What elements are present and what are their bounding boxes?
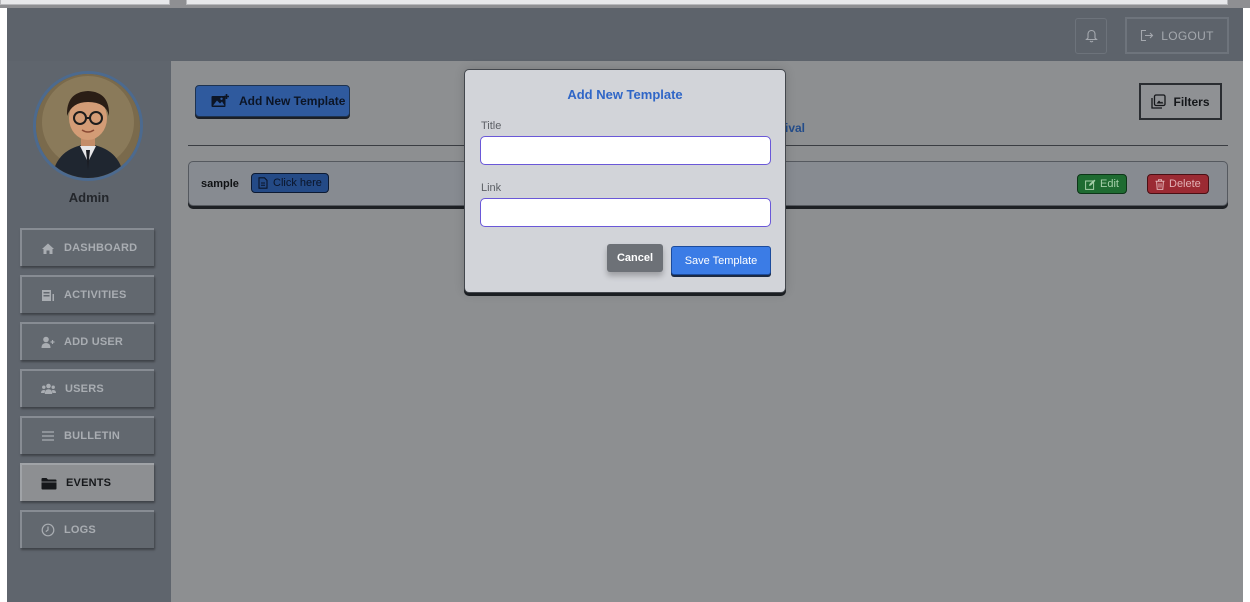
folder-icon — [41, 477, 57, 489]
edit-label: Edit — [1100, 178, 1119, 190]
link-field-label: Link — [481, 182, 502, 194]
browser-tab[interactable] — [0, 0, 170, 5]
trash-icon — [1155, 178, 1165, 190]
bell-icon — [1084, 29, 1098, 43]
edit-button[interactable]: Edit — [1077, 174, 1127, 194]
sidebar-item-label: BULLETIN — [64, 430, 120, 442]
add-new-template-label: Add New Template — [239, 94, 346, 108]
image-add-icon — [211, 94, 229, 107]
sidebar-item-label: ACTIVITIES — [64, 289, 127, 301]
template-link-button[interactable]: Click here — [251, 173, 329, 193]
sidebar-item-label: EVENTS — [66, 477, 112, 489]
filters-label: Filters — [1173, 94, 1210, 109]
sidebar-item-bulletin[interactable]: BULLETIN — [20, 416, 154, 454]
avatar[interactable] — [33, 71, 143, 181]
top-header: LOGOUT — [7, 8, 1243, 61]
modal-title: Add New Template — [567, 87, 683, 102]
clock-icon — [41, 523, 55, 537]
app-window: LOGOUT Admin DASHBOARD ACTIVITIES ADD US… — [7, 8, 1243, 602]
sidebar-item-activities[interactable]: ACTIVITIES — [20, 275, 154, 313]
title-input[interactable] — [480, 136, 771, 165]
sidebar-item-events[interactable]: EVENTS — [20, 463, 154, 501]
sidebar: Admin DASHBOARD ACTIVITIES ADD USER USER… — [7, 61, 171, 602]
sidebar-item-logs[interactable]: LOGS — [20, 510, 154, 548]
browser-strip — [0, 0, 1250, 8]
logout-icon — [1141, 29, 1154, 42]
users-icon — [41, 383, 56, 394]
title-field-label: Title — [481, 120, 502, 132]
address-bar[interactable] — [186, 0, 1228, 5]
template-name: sample — [201, 178, 239, 190]
document-icon — [258, 177, 268, 189]
notifications-button[interactable] — [1075, 18, 1107, 54]
filters-button[interactable]: Filters — [1139, 83, 1222, 120]
add-template-modal: Add New Template Title Link Cancel Save … — [464, 69, 786, 293]
sidebar-item-add-user[interactable]: ADD USER — [20, 322, 154, 360]
delete-label: Delete — [1169, 178, 1201, 190]
avatar-illustration — [36, 74, 140, 178]
sidebar-item-dashboard[interactable]: DASHBOARD — [20, 228, 154, 266]
logout-label: LOGOUT — [1161, 28, 1214, 43]
admin-name: Admin — [68, 190, 110, 205]
sidebar-item-label: DASHBOARD — [64, 242, 138, 254]
activities-icon — [42, 289, 54, 301]
delete-button[interactable]: Delete — [1147, 174, 1209, 194]
menu-icon — [42, 431, 54, 441]
add-new-template-button[interactable]: Add New Template — [195, 85, 350, 117]
template-link-label: Click here — [273, 177, 322, 189]
sidebar-item-users[interactable]: USERS — [20, 369, 154, 407]
sidebar-item-label: LOGS — [64, 524, 96, 536]
link-input[interactable] — [480, 198, 771, 227]
home-icon — [42, 243, 54, 254]
cancel-button[interactable]: Cancel — [607, 244, 663, 272]
tab-label[interactable]: ival — [785, 121, 805, 135]
sidebar-item-label: ADD USER — [64, 336, 124, 348]
filter-gallery-icon — [1151, 94, 1167, 109]
sidebar-item-label: USERS — [65, 383, 104, 395]
logout-button[interactable]: LOGOUT — [1125, 17, 1229, 54]
save-template-button[interactable]: Save Template — [671, 246, 771, 275]
edit-icon — [1085, 179, 1096, 190]
add-user-icon — [41, 336, 55, 348]
